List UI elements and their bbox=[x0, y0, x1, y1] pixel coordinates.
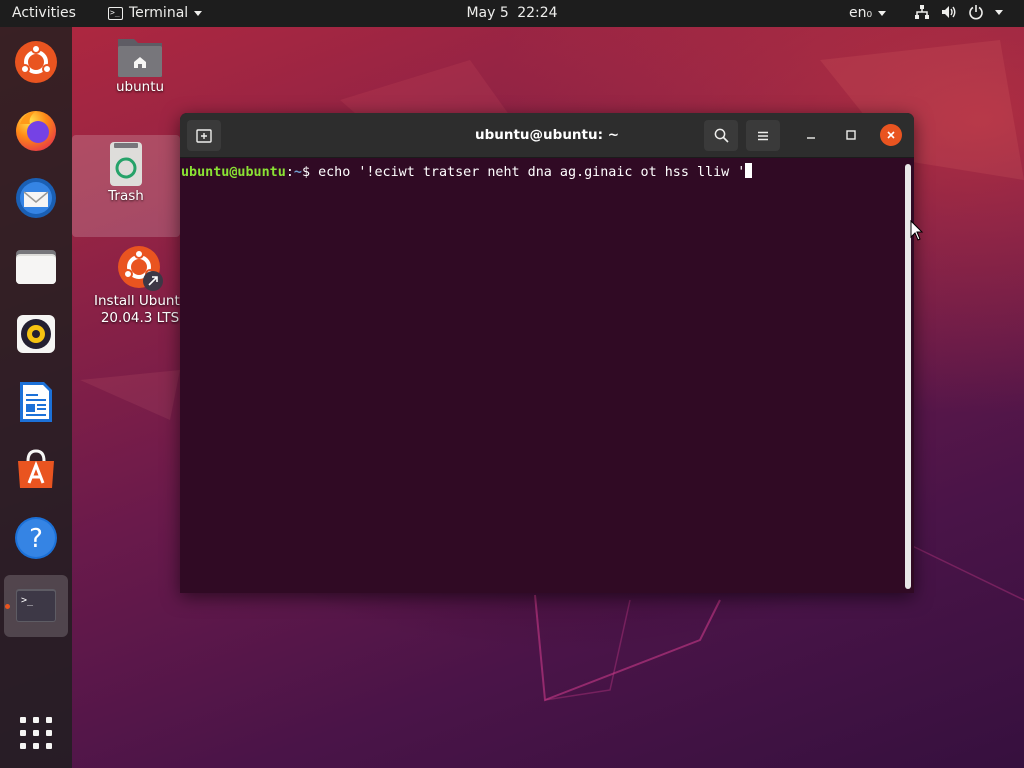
rhythmbox-launcher[interactable] bbox=[4, 304, 68, 366]
files-launcher[interactable] bbox=[4, 236, 68, 298]
power-icon bbox=[969, 5, 983, 20]
search-button[interactable] bbox=[704, 120, 738, 151]
menu-button[interactable] bbox=[746, 120, 780, 151]
terminal-headerbar[interactable]: ubuntu@ubuntu: ~ bbox=[180, 113, 914, 158]
files-icon bbox=[16, 250, 56, 284]
system-menu-arrow-icon bbox=[995, 9, 1003, 15]
ubuntu-software-launcher[interactable] bbox=[4, 440, 68, 502]
terminal-window[interactable]: ubuntu@ubuntu: ~ ubuntu@ubuntu:~$ echo '… bbox=[180, 113, 914, 593]
terminal-icon: >_ bbox=[16, 589, 56, 622]
terminal-launcher[interactable]: >_ bbox=[4, 575, 68, 637]
trash-icon bbox=[110, 142, 142, 186]
text-cursor bbox=[745, 163, 753, 178]
desktop-icon-label: Trash bbox=[108, 188, 144, 204]
thunderbird-icon bbox=[16, 178, 56, 218]
language-label: en₀ bbox=[849, 5, 873, 21]
volume-icon bbox=[942, 6, 956, 18]
desktop-icon-home[interactable]: ubuntu bbox=[86, 35, 194, 96]
prompt-separator: : bbox=[285, 165, 294, 180]
network-icon bbox=[915, 5, 929, 19]
system-tray[interactable] bbox=[914, 4, 1003, 20]
clock-date: May 5 bbox=[466, 5, 509, 21]
libreoffice-writer-launcher[interactable] bbox=[4, 372, 68, 434]
close-button[interactable] bbox=[880, 124, 902, 146]
prompt-line: ubuntu@ubuntu:~$ echo '!eciwt tratser ne… bbox=[181, 163, 753, 180]
installer-icon bbox=[118, 246, 163, 291]
clock-time: 22:24 bbox=[517, 5, 558, 21]
maximize-button[interactable] bbox=[840, 124, 862, 146]
terminal-output[interactable]: ubuntu@ubuntu:~$ echo '!eciwt tratser ne… bbox=[180, 158, 914, 593]
firefox-launcher[interactable] bbox=[4, 100, 68, 162]
maximize-icon bbox=[846, 130, 856, 140]
writer-icon bbox=[20, 382, 52, 422]
dock: ? >_ bbox=[0, 27, 72, 768]
command-text: echo '!eciwt tratser neht dna ag.ginaic … bbox=[318, 165, 746, 180]
thunderbird-launcher[interactable] bbox=[4, 168, 68, 230]
rhythmbox-icon bbox=[17, 315, 55, 353]
prompt-path: ~ bbox=[293, 165, 302, 180]
close-icon bbox=[887, 131, 895, 139]
software-icon bbox=[18, 449, 54, 488]
mouse-pointer-icon bbox=[910, 220, 924, 241]
top-bar: Activities >_ Terminal May 5 22:24 en₀ bbox=[0, 0, 1024, 27]
home-folder-icon bbox=[118, 39, 162, 77]
minimize-button[interactable] bbox=[800, 124, 822, 146]
minimize-icon bbox=[807, 137, 815, 139]
app-grid-icon[interactable] bbox=[20, 717, 52, 749]
hamburger-menu-icon bbox=[758, 131, 768, 140]
svg-text:>_: >_ bbox=[21, 595, 34, 606]
running-indicator bbox=[5, 604, 10, 609]
firefox-icon bbox=[16, 111, 56, 151]
prompt-symbol: $ bbox=[301, 165, 319, 180]
help-launcher[interactable]: ? bbox=[4, 508, 68, 570]
search-icon bbox=[714, 128, 729, 143]
chevron-down-icon bbox=[878, 10, 887, 16]
input-language-button[interactable]: en₀ bbox=[849, 5, 887, 21]
desktop-icon-trash[interactable]: Trash bbox=[72, 135, 180, 237]
desktop-icon-install-ubuntu[interactable]: Install Ubunt 20.04.3 LTS bbox=[86, 243, 194, 327]
desktop-icon-label-line1: Install Ubunt bbox=[94, 293, 180, 309]
desktop-icon-label-line2: 20.04.3 LTS bbox=[100, 310, 180, 326]
help-icon: ? bbox=[15, 517, 57, 559]
ubuntu-logo-icon bbox=[15, 41, 57, 83]
desktop-icon-label: ubuntu bbox=[115, 79, 165, 95]
ubuntu-installer-launcher[interactable] bbox=[4, 32, 68, 94]
prompt-user: ubuntu@ubuntu bbox=[181, 165, 286, 180]
svg-text:?: ? bbox=[29, 524, 43, 554]
